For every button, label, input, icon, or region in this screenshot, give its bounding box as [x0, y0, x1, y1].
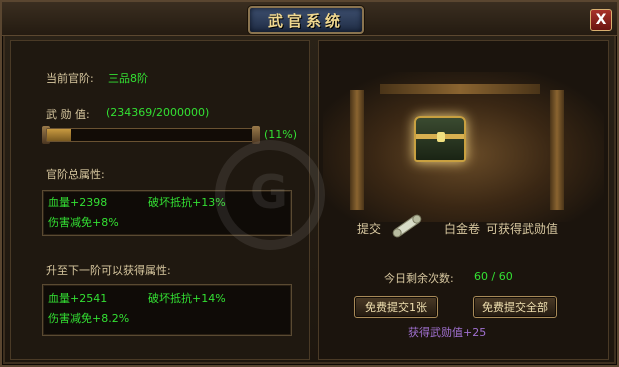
merit-progress-fill	[47, 129, 72, 141]
title-plate: 武官系统	[248, 6, 364, 34]
treasure-chest-icon	[414, 116, 466, 162]
palace-pillar-left	[350, 90, 364, 210]
watermark-logo: G	[250, 165, 288, 219]
window-title: 武官系统	[267, 11, 344, 30]
total-attr-break-resist: 破坏抵抗+13%	[148, 196, 226, 209]
title-bar: 武官系统 X	[2, 2, 617, 36]
reward-text: 可获得武勋值	[486, 222, 559, 236]
next-attr-hp: 血量+2541	[48, 292, 108, 305]
item-name: 白金卷	[444, 222, 481, 236]
submit-one-button[interactable]: 免费提交1张	[354, 296, 438, 318]
palace-pillar-right	[550, 90, 564, 210]
close-icon: X	[595, 12, 607, 28]
close-button[interactable]: X	[590, 9, 612, 31]
next-attr-break-resist: 破坏抵抗+14%	[148, 292, 226, 305]
next-attr-title: 升至下一阶可以获得属性:	[46, 264, 171, 277]
palace-beam	[380, 84, 540, 94]
remaining-label: 今日剩余次数:	[384, 272, 454, 285]
total-attr-title: 官阶总属性:	[46, 168, 105, 181]
total-attr-dmg-reduce: 伤害减免+8%	[48, 216, 119, 229]
remaining-value: 60 / 60	[474, 270, 513, 283]
rank-label: 当前官阶:	[46, 72, 94, 85]
rank-value: 三品8阶	[108, 72, 148, 85]
submit-label: 提交	[357, 222, 382, 236]
submit-all-button[interactable]: 免费提交全部	[473, 296, 557, 318]
merit-label: 武 勋 值:	[46, 108, 90, 121]
next-attr-dmg-reduce: 伤害减免+8.2%	[48, 312, 130, 325]
total-attr-hp: 血量+2398	[48, 196, 108, 209]
scroll-icon	[392, 214, 422, 238]
merit-progress-bar	[46, 128, 256, 142]
gain-text: 获得武勋值+25	[408, 326, 487, 339]
merit-value: (234369/2000000)	[106, 106, 210, 119]
